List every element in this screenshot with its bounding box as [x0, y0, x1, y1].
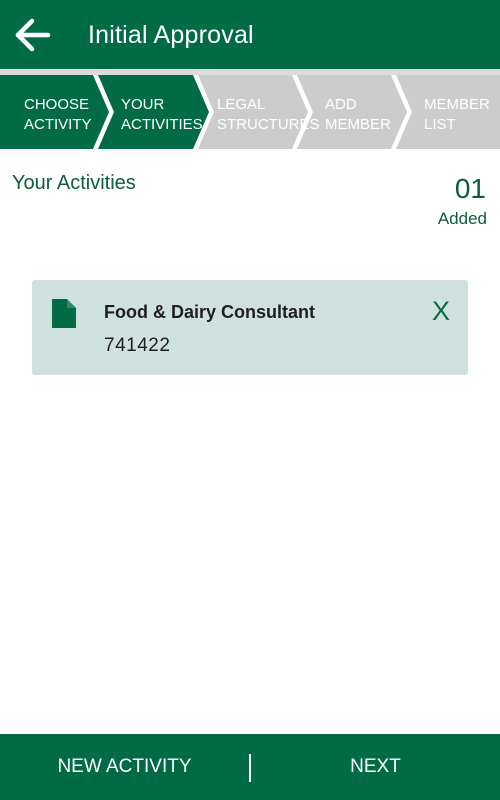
remove-activity-button[interactable]: X: [432, 296, 450, 326]
section-title: Your Activities: [12, 172, 136, 194]
arrow-left-icon: [15, 18, 51, 52]
app-screen: Initial Approval CHOOSE ACTIVITY YOUR AC…: [0, 0, 500, 800]
step-add-member[interactable]: ADD MEMBER: [325, 95, 391, 135]
activity-code: 741422: [104, 335, 171, 356]
activity-card: Food & Dairy Consultant 741422 X: [32, 280, 468, 375]
document-icon: [52, 299, 76, 328]
next-button[interactable]: NEXT: [251, 734, 500, 800]
step-choose-activity[interactable]: CHOOSE ACTIVITY: [24, 95, 92, 135]
page-title: Initial Approval: [88, 21, 254, 49]
activity-count: 01: [454, 173, 486, 204]
app-bar: Initial Approval: [0, 0, 500, 69]
step-your-activities[interactable]: YOUR ACTIVITIES: [121, 95, 203, 135]
step-member-list[interactable]: MEMBER LIST: [424, 95, 490, 135]
step-legal-structures[interactable]: LEGAL STRUCTURES: [217, 95, 320, 135]
activity-name: Food & Dairy Consultant: [104, 302, 315, 322]
bottom-action-bar: NEW ACTIVITY NEXT: [0, 734, 500, 800]
progress-stepper: CHOOSE ACTIVITY YOUR ACTIVITIES LEGAL ST…: [0, 75, 500, 149]
new-activity-button[interactable]: NEW ACTIVITY: [0, 734, 249, 800]
back-button[interactable]: [14, 17, 54, 53]
activity-count-label: Added: [437, 209, 487, 228]
